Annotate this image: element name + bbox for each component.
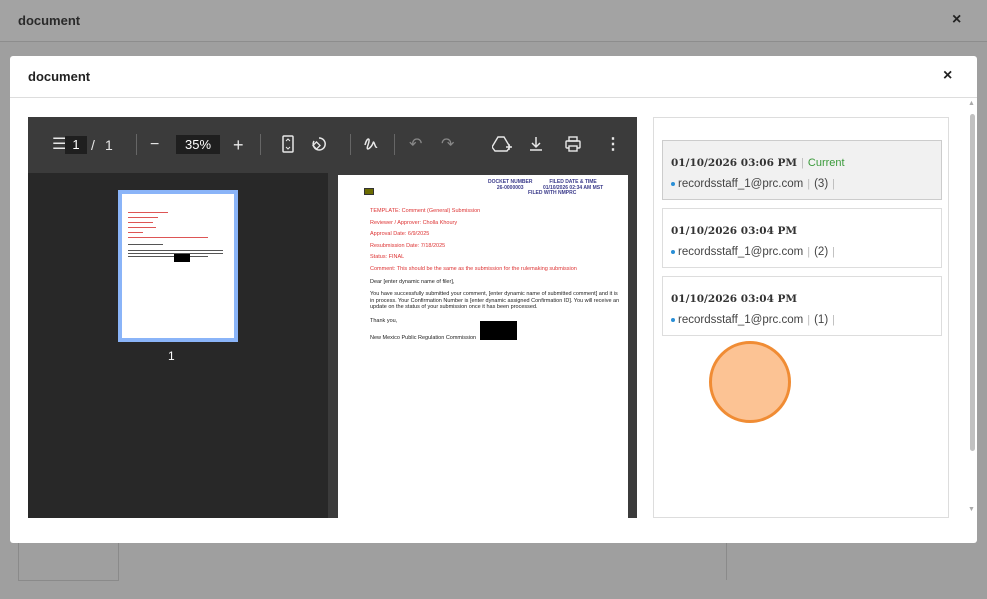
page-area: DOCKET NUMBER 26-0000003 FILED DATE & TIM… [330,173,637,518]
comment-note-icon [364,188,374,195]
divider [136,134,137,155]
outer-close-icon[interactable]: × [952,11,961,29]
background-box [18,540,119,581]
doc-line: Status: FINAL [370,254,405,261]
version-number: (2) [814,246,829,258]
divider [394,134,395,155]
greeting: Dear [enter dynamic name of filer], [370,278,455,285]
undo-icon[interactable]: ↶ [409,135,422,155]
fit-page-icon[interactable] [282,135,294,153]
doc-line: Comment: This should be the same as the … [370,265,577,272]
scrollbar-thumb[interactable] [970,114,975,451]
document-modal: document × ☰ 1 / 1 − 35% + ↶ ↷ ⋮ 1 DOCKE… [10,56,977,543]
doc-line: Resubmission Date: 7/18/2025 [370,242,446,249]
thumbnail-page-number: 1 [168,349,175,363]
bullet-icon [671,249,675,254]
version-date: 01/10/2026 03:04 PM [671,293,798,305]
close-icon[interactable]: × [943,67,952,85]
divider [260,134,261,155]
zoom-out-icon[interactable]: − [150,135,159,155]
modal-header: document × [10,56,977,98]
divider [350,134,351,155]
current-badge: Current [807,157,845,169]
more-options-icon[interactable]: ⋮ [605,135,621,155]
page-input[interactable]: 1 [65,136,87,154]
version-number: (1) [814,314,829,326]
version-date: 01/10/2026 03:04 PM [671,225,798,237]
pdf-viewer: ☰ 1 / 1 − 35% + ↶ ↷ ⋮ 1 DOCKET NUMBER 26… [28,117,637,518]
body-text: You have successfully submitted your com… [370,291,620,311]
zoom-in-icon[interactable]: + [233,135,244,155]
doc-line: TEMPLATE: Comment (General) Submission [370,208,481,214]
page-separator: / [91,137,95,153]
version-user: recordsstaff_1@prc.com [678,246,804,258]
version-user: recordsstaff_1@prc.com [678,178,804,190]
pdf-page: DOCKET NUMBER 26-0000003 FILED DATE & TIM… [338,175,628,518]
doc-line: Approval Date: 6/9/2025 [370,231,430,238]
print-icon[interactable] [564,135,582,153]
bullet-icon [671,181,675,186]
outer-title: document [18,13,81,28]
page-thumbnail[interactable] [118,190,238,342]
modal-scrollbar[interactable]: ▲ ▼ [967,98,977,518]
version-item[interactable]: 01/10/2026 03:06 PM | Current recordsstaff… [662,140,942,200]
rotate-icon[interactable] [310,135,328,153]
background-divider [726,540,727,580]
download-icon[interactable] [528,135,544,153]
page-total: 1 [105,137,113,153]
thumbnail-pane: 1 [28,173,328,518]
version-user: recordsstaff_1@prc.com [678,314,804,326]
docket-number: 26-0000003 [496,185,524,191]
version-number: (3) [814,178,829,190]
modal-title: document [28,69,91,84]
redo-icon[interactable]: ↷ [441,135,454,155]
add-to-drive-icon[interactable] [492,135,512,153]
version-history-panel: 01/10/2026 03:06 PM | Current recordsstaff… [653,117,949,518]
pdf-toolbar: ☰ 1 / 1 − 35% + ↶ ↷ ⋮ [28,117,637,173]
version-item[interactable]: 01/10/2026 03:04 PM recordsstaff_1@prc.c… [662,276,942,336]
bullet-icon [671,317,675,322]
filed-with: FILED WITH NMPRC [528,190,577,196]
version-item[interactable]: 01/10/2026 03:04 PM recordsstaff_1@prc.c… [662,208,942,268]
click-indicator [709,341,791,423]
draw-icon[interactable] [363,135,379,151]
version-date: 01/10/2026 03:06 PM [671,157,798,169]
outer-modal-header: document × [0,0,987,42]
redaction [480,321,517,340]
doc-line: Reviewer / Approver: Cholla Khoury [370,219,458,226]
zoom-input[interactable]: 35% [176,135,220,154]
